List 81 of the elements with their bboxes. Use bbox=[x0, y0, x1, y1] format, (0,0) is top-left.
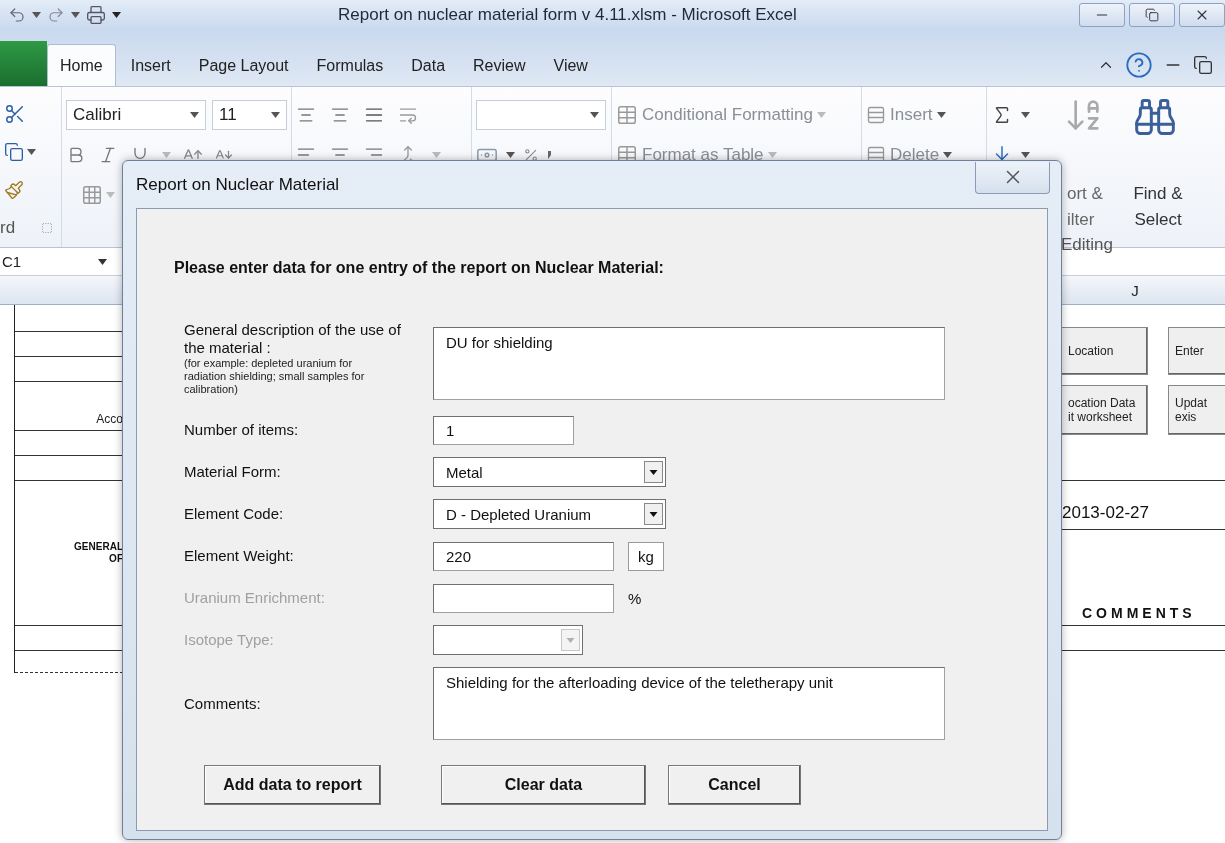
find-select-label[interactable]: Select bbox=[1134, 207, 1182, 233]
restore-button[interactable] bbox=[1129, 3, 1175, 27]
field-label: General description of the use of the material : bbox=[184, 321, 402, 357]
sheet-button[interactable]: Location bbox=[1062, 327, 1148, 375]
dropdown-field[interactable]: D - Depleted Uranium bbox=[433, 499, 666, 529]
conditional-formatting-icon[interactable] bbox=[616, 104, 638, 126]
caret-icon[interactable] bbox=[271, 112, 280, 118]
caret-icon[interactable] bbox=[112, 12, 121, 18]
number-format-field[interactable] bbox=[476, 100, 606, 130]
redo-icon[interactable] bbox=[47, 6, 65, 24]
caret-icon[interactable] bbox=[506, 152, 515, 158]
caret-icon[interactable] bbox=[98, 258, 107, 265]
group-label: rd bbox=[0, 218, 16, 238]
table-cell: OF bbox=[109, 553, 123, 565]
unit-label: kg bbox=[628, 541, 664, 571]
caret-icon[interactable] bbox=[1021, 112, 1030, 118]
paintbrush-icon[interactable] bbox=[4, 180, 24, 200]
table-cell-text: Acco bbox=[96, 412, 123, 428]
field-label: Uranium Enrichment: bbox=[184, 589, 326, 607]
sheet-button[interactable]: Updat exis bbox=[1168, 385, 1225, 435]
dialog-button[interactable]: Cancel bbox=[668, 765, 801, 805]
field-label: Isotope Type: bbox=[184, 631, 275, 649]
date-cell: 2013-02-27 bbox=[1062, 503, 1149, 523]
text-field[interactable]: 220 bbox=[433, 541, 614, 571]
minimize-button[interactable] bbox=[1079, 3, 1125, 27]
print-preview-icon[interactable] bbox=[86, 5, 106, 25]
field-label: Element Code: bbox=[184, 505, 285, 523]
sheet-button[interactable]: ocation Data it worksheet bbox=[1062, 385, 1148, 435]
caret-icon[interactable] bbox=[32, 12, 41, 18]
find-select-label[interactable]: Find & bbox=[1133, 181, 1183, 207]
restore-icon[interactable] bbox=[1193, 55, 1213, 75]
ribbon-tab[interactable]: Formulas bbox=[303, 44, 397, 86]
text-field[interactable] bbox=[433, 583, 614, 613]
restore-icon[interactable] bbox=[1145, 8, 1159, 22]
field-hint: (for example: depleted uranium for radiation shielding; small samples for calibration) bbox=[184, 357, 366, 396]
window-title: Report on nuclear material form v 4.11.xlsm - Microsoft Excel bbox=[337, 5, 798, 25]
ribbon-tab[interactable]: View bbox=[540, 44, 601, 86]
borders-icon[interactable] bbox=[81, 184, 103, 206]
sort-filter-label[interactable]: ort & bbox=[1067, 181, 1103, 207]
description-field[interactable]: DU for shielding bbox=[433, 327, 945, 400]
font-size-field[interactable]: 11 bbox=[212, 100, 287, 130]
ribbon-tab[interactable]: Home bbox=[47, 44, 116, 86]
dropdown-field[interactable] bbox=[433, 625, 583, 655]
ribbon-tab[interactable]: Review bbox=[460, 44, 539, 86]
caret-icon[interactable] bbox=[590, 112, 599, 118]
help-icon[interactable] bbox=[1125, 51, 1153, 79]
caret-icon[interactable] bbox=[190, 112, 199, 118]
caret-icon[interactable] bbox=[71, 12, 80, 18]
copy-icon[interactable] bbox=[4, 142, 24, 162]
field-label: Element Weight: bbox=[184, 547, 295, 565]
caret-icon[interactable] bbox=[943, 152, 953, 158]
insert-cells-icon[interactable] bbox=[866, 105, 886, 125]
caret-icon[interactable] bbox=[936, 112, 946, 118]
caret-icon[interactable] bbox=[27, 149, 36, 155]
ribbon-tab[interactable]: Insert bbox=[117, 44, 184, 86]
field-label: Material Form: bbox=[184, 463, 282, 481]
comments-field[interactable]: Shielding for the afterloading device of the teletherapy unit bbox=[433, 667, 945, 740]
field-label: Comments: bbox=[184, 694, 262, 713]
column-header[interactable]: J bbox=[1060, 276, 1210, 304]
group-label: Editing bbox=[1061, 235, 1114, 255]
dialog-button[interactable]: Clear data bbox=[441, 765, 646, 805]
comma-icon[interactable] bbox=[547, 151, 552, 159]
percent-icon[interactable] bbox=[523, 147, 539, 163]
form-heading: Please enter data for one entry of the report on Nuclear Material: bbox=[174, 259, 665, 278]
name-box[interactable]: C1 bbox=[0, 250, 115, 273]
text-field[interactable]: 1 bbox=[433, 415, 574, 445]
font-name-field[interactable]: Calibri bbox=[66, 100, 206, 130]
undo-icon[interactable] bbox=[8, 6, 26, 24]
scissors-icon[interactable] bbox=[4, 103, 26, 125]
ribbon-tab[interactable]: Page Layout bbox=[185, 44, 302, 86]
sheet-button[interactable]: Enter bbox=[1168, 327, 1225, 375]
caret-icon[interactable] bbox=[1021, 152, 1030, 158]
unit-label: % bbox=[628, 588, 642, 609]
field-label: Number of items: bbox=[184, 421, 300, 439]
sort-filter-label[interactable]: ilter bbox=[1067, 207, 1095, 233]
table-cell: GENERAL bbox=[74, 541, 123, 553]
dialog-button[interactable]: Add data to report bbox=[204, 765, 381, 805]
ribbon-tab[interactable]: Data bbox=[398, 44, 459, 86]
dropdown-field[interactable]: Metal bbox=[433, 457, 666, 487]
comments-heading: COMMENTS bbox=[1081, 605, 1196, 621]
dialog-title: Report on Nuclear Material bbox=[136, 174, 340, 195]
